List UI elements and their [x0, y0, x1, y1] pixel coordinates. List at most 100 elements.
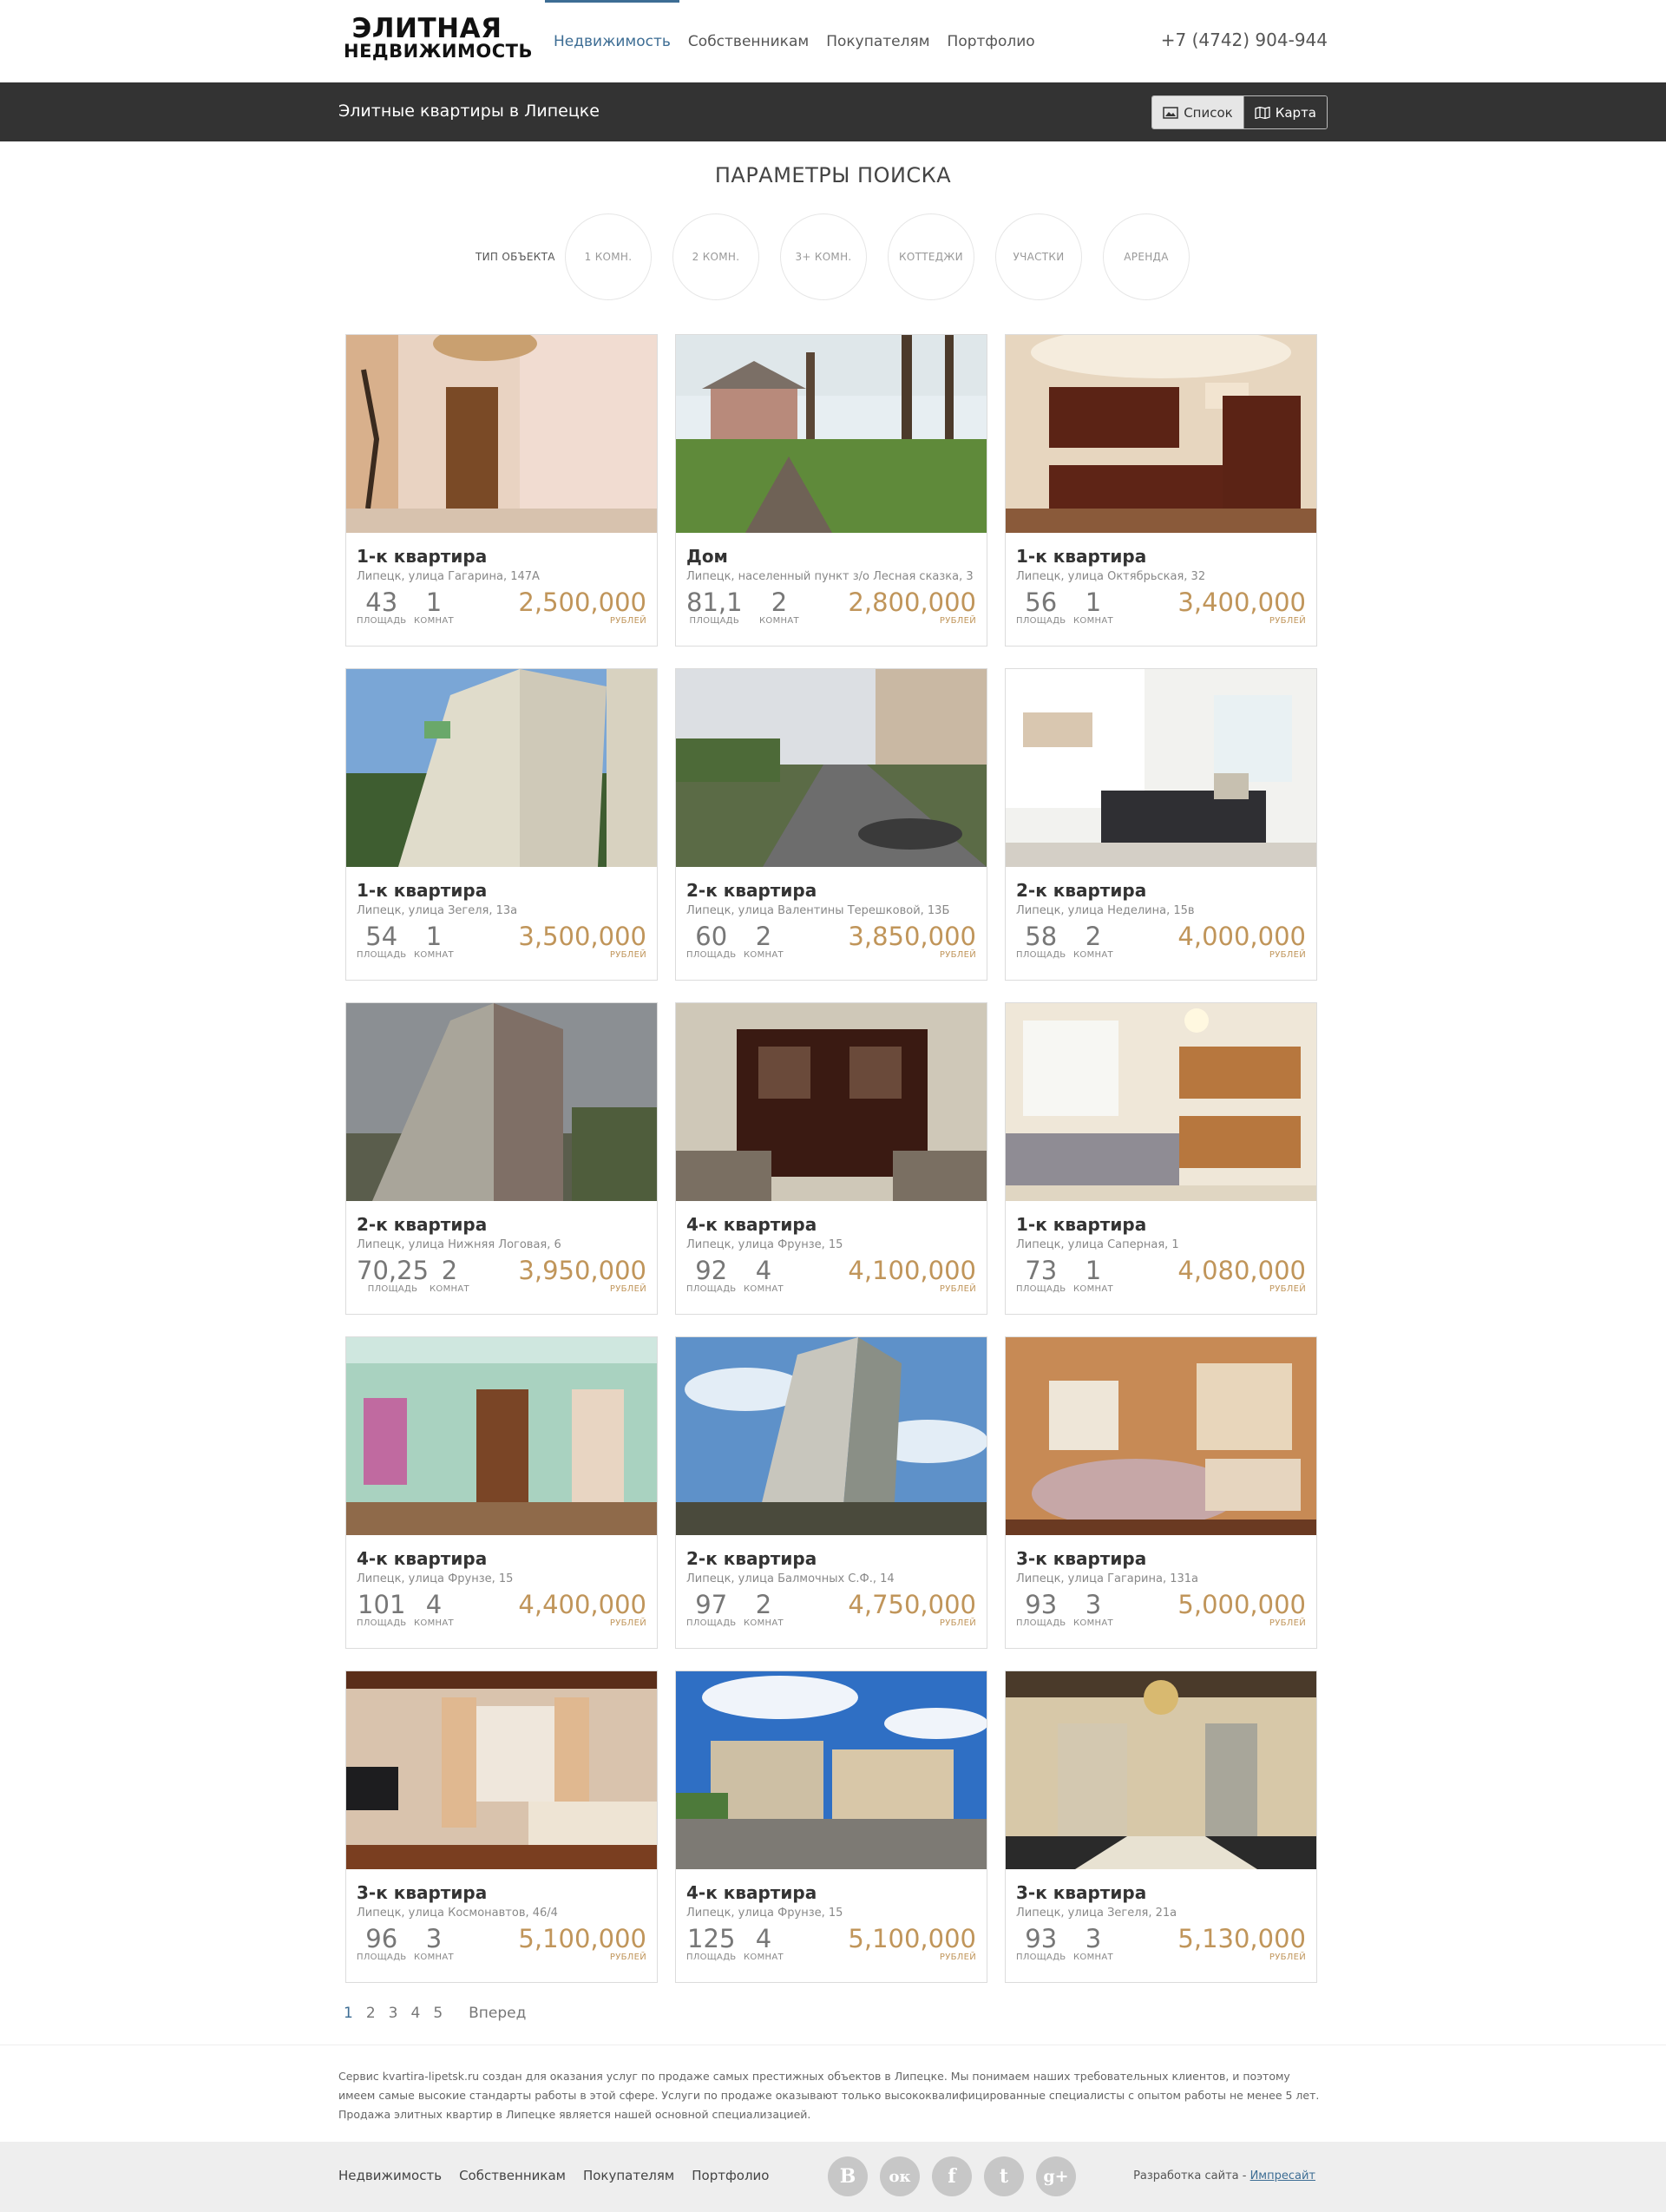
filter-plots[interactable]: УЧАСТКИ	[995, 213, 1082, 300]
nav-item-portfolio[interactable]: Портфолио	[939, 0, 1044, 82]
next-page-link[interactable]: Вперед	[469, 2005, 526, 2022]
listing-title[interactable]: 2-к квартира	[1016, 880, 1146, 901]
listing-photo[interactable]	[1006, 669, 1316, 867]
price-value: 5,000,000	[1177, 1590, 1306, 1619]
page-link-4[interactable]: 4	[410, 2005, 420, 2022]
listing-photo[interactable]	[676, 1671, 987, 1869]
listing-photo[interactable]	[676, 1337, 987, 1535]
area-value: 54	[365, 922, 398, 951]
listing-title[interactable]: 1-к квартира	[357, 546, 487, 567]
map-view-button[interactable]: Карта	[1243, 96, 1327, 128]
vk-icon[interactable]: В	[828, 2156, 868, 2196]
listing-title[interactable]: 1-к квартира	[1016, 546, 1146, 567]
twitter-icon[interactable]: t	[984, 2156, 1024, 2196]
footer-link-portfolio[interactable]: Портфолио	[692, 2168, 769, 2183]
image-icon	[1163, 106, 1178, 119]
logo[interactable]: ЭЛИТНАЯ НЕДВИЖИМОСТЬ	[344, 16, 533, 62]
listing-title[interactable]: 3-к квартира	[357, 1882, 487, 1903]
listing-card[interactable]: 2-к квартира Липецк, улица Неделина, 15в 5…	[1005, 668, 1317, 981]
footer-link-owners[interactable]: Собственникам	[459, 2168, 566, 2183]
listing-photo[interactable]	[1006, 1671, 1316, 1869]
listing-card[interactable]: 1-к квартира Липецк, улица Зегеля, 13а 54 П…	[345, 668, 658, 981]
rooms-value: 2	[771, 587, 788, 617]
listing-title[interactable]: Дом	[686, 546, 728, 567]
listing-address: Липецк, улица Нижняя Логовая, 6	[357, 1238, 561, 1251]
listing-photo[interactable]	[676, 1003, 987, 1201]
area-label: ПЛОЩАДЬ	[686, 1953, 737, 1962]
filter-2-rooms[interactable]: 2 КОМН.	[672, 213, 759, 300]
listing-photo[interactable]	[346, 669, 657, 867]
page-link-1[interactable]: 1	[344, 2005, 353, 2022]
listing-photo[interactable]	[1006, 1003, 1316, 1201]
listing-price: 5,100,000 РУБЛЕЙ	[848, 1923, 976, 1962]
area-value: 58	[1025, 922, 1058, 951]
listing-photo[interactable]	[346, 1337, 657, 1535]
listing-title[interactable]: 2-к квартира	[686, 1548, 817, 1569]
area-label: ПЛОЩАДЬ	[1016, 950, 1066, 960]
listing-card[interactable]: 1-к квартира Липецк, улица Саперная, 1 73 П…	[1005, 1002, 1317, 1315]
nav-item-buyers[interactable]: Покупателям	[817, 0, 938, 82]
listing-card[interactable]: 2-к квартира Липецк, улица Балмочных С.Ф.…	[675, 1336, 987, 1649]
nav-item-owners[interactable]: Собственникам	[679, 0, 817, 82]
listing-card[interactable]: 3-к квартира Липецк, улица Космонавтов, 4…	[345, 1670, 658, 1983]
price-value: 5,130,000	[1177, 1924, 1306, 1953]
price-value: 3,400,000	[1177, 587, 1306, 617]
footer-nav: Недвижимость Собственникам Покупателям П…	[338, 2168, 769, 2183]
nav-item-realty[interactable]: Недвижимость	[545, 0, 679, 82]
listing-title[interactable]: 3-к квартира	[1016, 1882, 1146, 1903]
filter-cottages[interactable]: КОТТЕДЖИ	[888, 213, 974, 300]
footer-link-realty[interactable]: Недвижимость	[338, 2168, 442, 2183]
listing-address: Липецк, улица Фрунзе, 15	[686, 1907, 843, 1920]
listing-photo[interactable]	[676, 335, 987, 533]
price-value: 3,850,000	[848, 922, 976, 951]
listing-area: 101 ПЛОЩАДЬ	[357, 1589, 406, 1628]
listing-title[interactable]: 2-к квартира	[686, 880, 817, 901]
logo-line-2: НЕДВИЖИМОСТЬ	[344, 41, 533, 62]
facebook-icon[interactable]: f	[932, 2156, 972, 2196]
footer-link-buyers[interactable]: Покупателям	[583, 2168, 674, 2183]
listing-title[interactable]: 4-к квартира	[357, 1548, 487, 1569]
listing-photo[interactable]	[346, 1671, 657, 1869]
listing-card[interactable]: 4-к квартира Липецк, улица Фрунзе, 15 125 П…	[675, 1670, 987, 1983]
developer-link[interactable]: Импресайт	[1250, 2169, 1315, 2182]
listing-title[interactable]: 3-к квартира	[1016, 1548, 1146, 1569]
listing-photo[interactable]	[346, 335, 657, 533]
filter-rent[interactable]: АРЕНДА	[1103, 213, 1190, 300]
page-link-5[interactable]: 5	[433, 2005, 443, 2022]
list-view-button[interactable]: Список	[1152, 96, 1243, 128]
rooms-value: 3	[1085, 1924, 1102, 1953]
page-link-2[interactable]: 2	[366, 2005, 376, 2022]
phone-number[interactable]: +7 (4742) 904-944	[1161, 30, 1328, 50]
listing-title[interactable]: 1-к квартира	[357, 880, 487, 901]
listing-card[interactable]: Дом Липецк, населенный пункт з/о Лесная с…	[675, 334, 987, 647]
rooms-label: КОМНАТ	[1073, 1618, 1113, 1628]
listing-title[interactable]: 2-к квартира	[357, 1214, 487, 1235]
listing-area: 60 ПЛОЩАДЬ	[686, 921, 736, 960]
filter-1-room[interactable]: 1 КОМН.	[565, 213, 652, 300]
area-label: ПЛОЩАДЬ	[689, 616, 740, 626]
listing-card[interactable]: 3-к квартира Липецк, улица Гагарина, 131а…	[1005, 1336, 1317, 1649]
listing-title[interactable]: 4-к квартира	[686, 1214, 817, 1235]
about-text: Сервис kvartira-lipetsk.ru создан для ок…	[338, 2070, 1320, 2121]
area-value: 97	[695, 1590, 728, 1619]
view-toggle: Список Карта	[1151, 95, 1328, 129]
listing-card[interactable]: 3-к квартира Липецк, улица Зегеля, 21а 93 П…	[1005, 1670, 1317, 1983]
listing-title[interactable]: 1-к квартира	[1016, 1214, 1146, 1235]
listing-card[interactable]: 2-к квартира Липецк, улица Нижняя Логовая…	[345, 1002, 658, 1315]
listing-card[interactable]: 1-к квартира Липецк, улица Гагарина, 147А…	[345, 334, 658, 647]
developer-credit: Разработка сайта - Импресайт	[1133, 2169, 1315, 2182]
listing-card[interactable]: 4-к квартира Липецк, улица Фрунзе, 15 92 ПЛ…	[675, 1002, 987, 1315]
area-label: ПЛОЩАДЬ	[357, 1953, 407, 1962]
listing-title[interactable]: 4-к квартира	[686, 1882, 817, 1903]
listing-photo[interactable]	[676, 669, 987, 867]
listing-photo[interactable]	[346, 1003, 657, 1201]
listing-card[interactable]: 2-к квартира Липецк, улица Валентины Тере…	[675, 668, 987, 981]
page-link-3[interactable]: 3	[389, 2005, 398, 2022]
listing-photo[interactable]	[1006, 335, 1316, 533]
listing-photo[interactable]	[1006, 1337, 1316, 1535]
odnoklassniki-icon[interactable]: ок	[880, 2156, 920, 2196]
listing-card[interactable]: 1-к квартира Липецк, улица Октябрьская, 3…	[1005, 334, 1317, 647]
listing-card[interactable]: 4-к квартира Липецк, улица Фрунзе, 15 101 П…	[345, 1336, 658, 1649]
filter-3plus-rooms[interactable]: 3+ КОМН.	[780, 213, 867, 300]
google-plus-icon[interactable]: g+	[1036, 2156, 1076, 2196]
